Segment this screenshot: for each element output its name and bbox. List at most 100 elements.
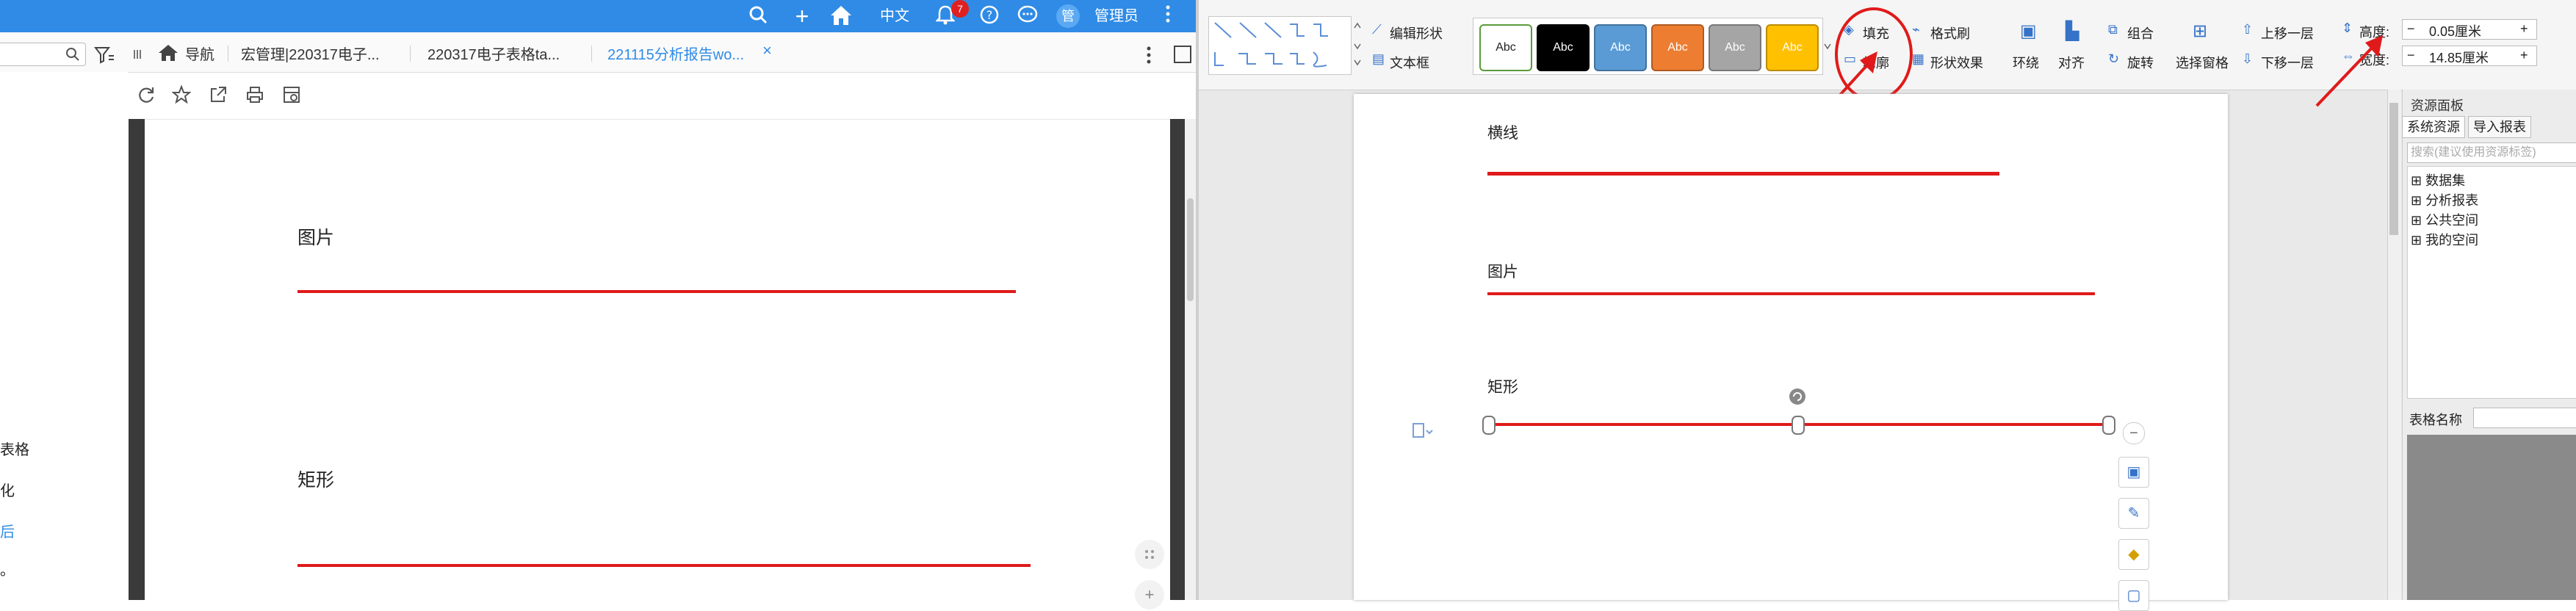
- plus-icon[interactable]: +: [790, 4, 815, 28]
- scrollbar-thumb[interactable]: [2389, 103, 2398, 235]
- tabs-menu-icon[interactable]: [132, 48, 142, 60]
- style-swatch[interactable]: Abc: [1709, 24, 1761, 71]
- fill-bucket-icon[interactable]: ◆: [2118, 539, 2149, 570]
- shape-effects-button[interactable]: 形状效果: [1930, 53, 1983, 72]
- resource-search-input[interactable]: 搜索(建议使用资源标签): [2407, 142, 2576, 163]
- selection-pane-button[interactable]: 选择窗格: [2176, 53, 2229, 72]
- table-name-label: 表格名称: [2409, 413, 2462, 427]
- resource-panel-title: 资源面板: [2411, 98, 2464, 113]
- notification-badge: 7: [951, 0, 969, 18]
- height-value: 0.05厘米: [2429, 24, 2482, 39]
- layout-options-icon[interactable]: [1412, 422, 1434, 441]
- red-annotation-arrow: [2315, 35, 2383, 107]
- more-vertical-icon[interactable]: [1159, 4, 1177, 28]
- tab-separator: [410, 46, 411, 62]
- search-icon[interactable]: [746, 4, 771, 28]
- increment-icon[interactable]: +: [2520, 48, 2528, 63]
- decrement-icon[interactable]: −: [2407, 48, 2415, 63]
- pen-icon[interactable]: ✎: [2118, 498, 2149, 529]
- red-horizontal-line: [297, 290, 1016, 293]
- wrap-button[interactable]: 环绕: [2013, 53, 2039, 72]
- resize-handle[interactable]: [1792, 416, 1805, 435]
- doc-label-rect: 矩形: [1487, 378, 1518, 396]
- align-button[interactable]: 对齐: [2058, 53, 2085, 72]
- chat-icon[interactable]: [1015, 4, 1040, 28]
- sidebar-item[interactable]: 。: [0, 558, 15, 579]
- table-name-input[interactable]: [2473, 408, 2576, 428]
- tab-bar: [0, 32, 1196, 73]
- star-icon[interactable]: [171, 84, 192, 106]
- tab-nav[interactable]: 导航: [185, 43, 214, 64]
- tab-analysis-report[interactable]: 221115分析报告wo...: [607, 43, 744, 64]
- frame-icon[interactable]: ▢: [2118, 580, 2149, 611]
- bring-forward-button[interactable]: 上移一层: [2261, 24, 2314, 43]
- tab-macro[interactable]: 宏管理|220317电子...: [241, 43, 380, 64]
- gallery-scroll-icon[interactable]: [1353, 18, 1362, 73]
- tab-system-resources[interactable]: 系统资源: [2402, 116, 2465, 138]
- send-backward-icon: ⇩: [2242, 51, 2254, 66]
- close-tab-icon[interactable]: ×: [762, 41, 772, 60]
- sidebar-item[interactable]: 化: [0, 479, 15, 500]
- refresh-icon[interactable]: [136, 85, 156, 106]
- edit-shape-icon: ⟋: [1372, 22, 1382, 37]
- group-icon: ⧉: [2108, 22, 2118, 37]
- language-switch[interactable]: 中文: [880, 6, 909, 26]
- resize-handle[interactable]: [1482, 416, 1496, 435]
- drag-handle-icon[interactable]: [1135, 540, 1164, 569]
- tree-item-public-space[interactable]: ⊞ 公共空间: [2411, 210, 2478, 229]
- export-icon[interactable]: [281, 85, 302, 106]
- help-icon[interactable]: ?: [977, 4, 1002, 28]
- align-icon: ▙: [2066, 21, 2079, 41]
- tree-item-my-space[interactable]: ⊞ 我的空间: [2411, 230, 2478, 249]
- red-horizontal-line: [1487, 292, 2095, 295]
- doc-margin-right: [1170, 119, 1185, 600]
- layout-icon[interactable]: ▣: [2118, 457, 2149, 488]
- scrollbar-thumb[interactable]: [1187, 198, 1194, 301]
- search-input[interactable]: [0, 43, 86, 66]
- rotate-icon: ↻: [2108, 51, 2120, 66]
- style-swatch[interactable]: Abc: [1537, 24, 1590, 71]
- style-swatch[interactable]: Abc: [1651, 24, 1704, 71]
- shape-effects-icon: ▦: [1912, 51, 1925, 66]
- add-icon[interactable]: +: [1135, 580, 1164, 610]
- sidebar-item[interactable]: 后: [0, 520, 15, 541]
- width-stepper[interactable]: − 14.85厘米 +: [2402, 46, 2537, 66]
- tab-spreadsheet[interactable]: 220317电子表格ta...: [427, 43, 560, 64]
- send-backward-button[interactable]: 下移一层: [2261, 53, 2314, 72]
- vertical-scrollbar[interactable]: [1185, 119, 1196, 600]
- user-name[interactable]: 管理员: [1094, 6, 1139, 26]
- rotate-handle-icon[interactable]: [1787, 386, 1808, 407]
- style-swatch[interactable]: Abc: [1594, 24, 1647, 71]
- format-painter-button[interactable]: 格式刷: [1930, 24, 1970, 43]
- textbox-button[interactable]: 文本框: [1390, 53, 1429, 72]
- maximize-icon[interactable]: [1174, 46, 1191, 63]
- style-swatch[interactable]: Abc: [1479, 24, 1532, 71]
- document-page[interactable]: [1354, 94, 2228, 600]
- increment-icon[interactable]: +: [2520, 21, 2528, 37]
- shape-style-gallery: Abc Abc Abc Abc Abc Abc: [1473, 18, 1823, 75]
- tab-import-report[interactable]: 导入报表: [2468, 116, 2531, 138]
- selection-pane-icon: ⊞: [2193, 21, 2208, 41]
- rotate-button[interactable]: 旋转: [2127, 53, 2154, 72]
- top-navbar: + 中文 7 ? 管 管理员: [0, 0, 1196, 32]
- group-button[interactable]: 组合: [2127, 24, 2154, 43]
- line-shapes-gallery[interactable]: [1208, 16, 1352, 75]
- edit-shape-button[interactable]: 编辑形状: [1390, 24, 1443, 43]
- tree-item-analysis-report[interactable]: ⊞ 分析报表: [2411, 190, 2478, 209]
- collapse-icon[interactable]: −: [2123, 422, 2145, 444]
- filter-icon[interactable]: [94, 46, 115, 65]
- wrap-icon: ▣: [2020, 21, 2037, 41]
- tree-item-dataset[interactable]: ⊞ 数据集: [2411, 170, 2465, 189]
- more-vertical-icon[interactable]: [1146, 46, 1152, 65]
- height-stepper[interactable]: − 0.05厘米 +: [2402, 19, 2537, 40]
- sidebar-item[interactable]: 表格: [0, 438, 29, 459]
- doc-label-image: 图片: [1487, 263, 1518, 281]
- resize-handle[interactable]: [2102, 416, 2115, 435]
- external-link-icon[interactable]: [208, 85, 228, 106]
- avatar[interactable]: 管: [1056, 4, 1080, 28]
- format-painter-icon: ⌁: [1912, 22, 1920, 37]
- print-icon[interactable]: [245, 85, 265, 106]
- width-value: 14.85厘米: [2429, 51, 2489, 65]
- home-icon[interactable]: [826, 4, 856, 28]
- decrement-icon[interactable]: −: [2407, 21, 2415, 37]
